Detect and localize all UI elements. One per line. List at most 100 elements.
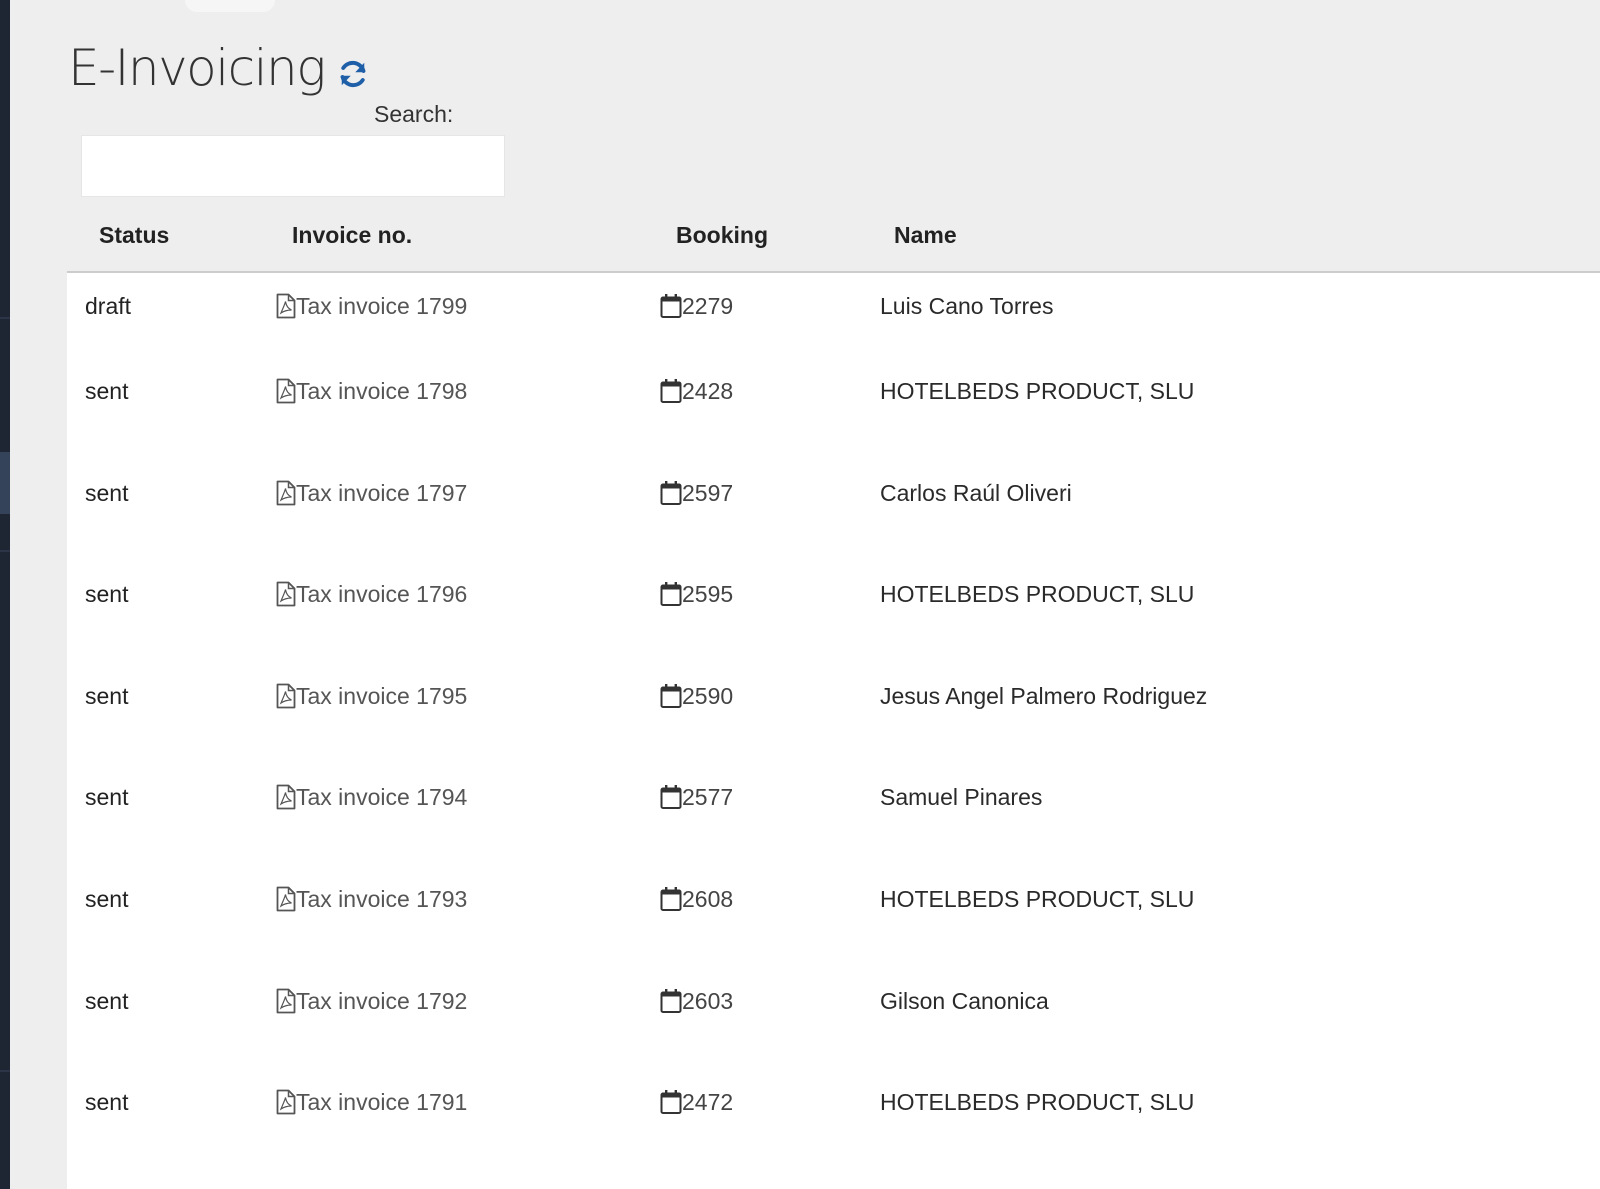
status-value: sent — [85, 683, 129, 709]
booking-link[interactable]: 2608 — [660, 869, 733, 929]
calendar-icon — [660, 294, 682, 318]
column-header-name[interactable]: Name — [894, 222, 957, 249]
booking-number[interactable]: 2603 — [682, 971, 733, 1031]
pdf-file-icon — [276, 886, 296, 912]
calendar-icon — [660, 785, 682, 809]
guest-name: Gilson Canonica — [880, 988, 1049, 1014]
refresh-icon[interactable] — [335, 56, 371, 92]
invoices-table: Status Invoice no. Booking Name draft Ta… — [67, 198, 1600, 1189]
column-header-status[interactable]: Status — [99, 222, 169, 249]
guest-name: Luis Cano Torres — [880, 293, 1054, 319]
pdf-file-icon — [276, 378, 296, 404]
booking-number[interactable]: 2577 — [682, 767, 733, 827]
calendar-icon — [660, 989, 682, 1013]
booking-number[interactable]: 2472 — [682, 1072, 733, 1132]
booking-link[interactable]: 2428 — [660, 361, 733, 421]
page-title: E-Invoicing — [68, 39, 326, 97]
status-value: sent — [85, 378, 129, 404]
table-row[interactable]: sent Tax invoice 1792 2603 Gilson Canoni… — [67, 971, 1600, 1031]
guest-name: HOTELBEDS PRODUCT, SLU — [880, 581, 1195, 607]
invoice-link[interactable]: Tax invoice 1797 — [276, 463, 467, 523]
booking-number[interactable]: 2279 — [682, 276, 733, 336]
status-value: sent — [85, 784, 129, 810]
invoice-link[interactable]: Tax invoice 1798 — [276, 361, 467, 421]
booking-number[interactable]: 2608 — [682, 869, 733, 929]
booking-number[interactable]: 2595 — [682, 564, 733, 624]
booking-link[interactable]: 2577 — [660, 767, 733, 827]
invoice-link[interactable]: Tax invoice 1795 — [276, 666, 467, 726]
main-content: E-Invoicing Search: Status Invoice no. B… — [10, 0, 1600, 1189]
pdf-file-icon — [276, 784, 296, 810]
table-row[interactable]: sent Tax invoice 1791 2472 HOTELBEDS PRO… — [67, 1072, 1600, 1132]
table-row[interactable]: sent Tax invoice 1797 2597 Carlos Raúl O… — [67, 463, 1600, 523]
pdf-file-icon — [276, 480, 296, 506]
guest-name: HOTELBEDS PRODUCT, SLU — [880, 1089, 1195, 1115]
status-value: sent — [85, 988, 129, 1014]
pdf-file-icon — [276, 1089, 296, 1115]
invoice-number[interactable]: Tax invoice 1794 — [296, 767, 467, 827]
invoice-link[interactable]: Tax invoice 1792 — [276, 971, 467, 1031]
booking-link[interactable]: 2595 — [660, 564, 733, 624]
table-body: draft Tax invoice 1799 2279 Luis Cano To… — [67, 273, 1600, 1189]
invoice-number[interactable]: Tax invoice 1796 — [296, 564, 467, 624]
booking-link[interactable]: 2590 — [660, 666, 733, 726]
left-sidebar-rail — [0, 0, 10, 1189]
calendar-icon — [660, 684, 682, 708]
table-row[interactable]: sent Tax invoice 1795 2590 Jesus Angel P… — [67, 666, 1600, 726]
invoice-number[interactable]: Tax invoice 1793 — [296, 869, 467, 929]
calendar-icon — [660, 1090, 682, 1114]
table-row[interactable]: sent Tax invoice 1798 2428 HOTELBEDS PRO… — [67, 361, 1600, 421]
invoice-link[interactable]: Tax invoice 1794 — [276, 767, 467, 827]
pdf-file-icon — [276, 581, 296, 607]
status-value: draft — [85, 293, 132, 319]
booking-link[interactable]: 2472 — [660, 1072, 733, 1132]
invoice-number[interactable]: Tax invoice 1795 — [296, 666, 467, 726]
status-value: sent — [85, 1089, 129, 1115]
column-header-invoice[interactable]: Invoice no. — [292, 222, 412, 249]
invoice-number[interactable]: Tax invoice 1798 — [296, 361, 467, 421]
guest-name: Jesus Angel Palmero Rodriguez — [880, 683, 1208, 709]
table-row[interactable]: draft Tax invoice 1799 2279 Luis Cano To… — [67, 276, 1600, 336]
search-input[interactable] — [81, 135, 505, 197]
guest-name: HOTELBEDS PRODUCT, SLU — [880, 886, 1195, 912]
invoice-number[interactable]: Tax invoice 1799 — [296, 276, 467, 336]
sidebar-active-item[interactable] — [0, 452, 10, 514]
guest-name: HOTELBEDS PRODUCT, SLU — [880, 378, 1195, 404]
invoice-link[interactable]: Tax invoice 1796 — [276, 564, 467, 624]
page-header: E-Invoicing — [68, 34, 371, 98]
calendar-icon — [660, 582, 682, 606]
invoice-link[interactable]: Tax invoice 1791 — [276, 1072, 467, 1132]
search-label: Search: — [374, 101, 454, 127]
invoice-number[interactable]: Tax invoice 1791 — [296, 1072, 467, 1132]
calendar-icon — [660, 481, 682, 505]
pdf-file-icon — [276, 988, 296, 1014]
calendar-icon — [660, 379, 682, 403]
guest-name: Samuel Pinares — [880, 784, 1043, 810]
invoice-link[interactable]: Tax invoice 1799 — [276, 276, 467, 336]
column-header-booking[interactable]: Booking — [676, 222, 768, 249]
status-value: sent — [85, 886, 129, 912]
booking-number[interactable]: 2590 — [682, 666, 733, 726]
calendar-icon — [660, 887, 682, 911]
guest-name: Carlos Raúl Oliveri — [880, 480, 1072, 506]
sidebar-divider — [0, 1070, 10, 1072]
pdf-file-icon — [276, 683, 296, 709]
booking-link[interactable]: 2597 — [660, 463, 733, 523]
invoice-number[interactable]: Tax invoice 1797 — [296, 463, 467, 523]
invoice-link[interactable]: Tax invoice 1793 — [276, 869, 467, 929]
status-value: sent — [85, 480, 129, 506]
pdf-file-icon — [276, 293, 296, 319]
booking-number[interactable]: 2428 — [682, 361, 733, 421]
sidebar-divider — [0, 550, 10, 552]
table-row[interactable]: sent Tax invoice 1796 2595 HOTELBEDS PRO… — [67, 564, 1600, 624]
status-value: sent — [85, 581, 129, 607]
sidebar-divider — [0, 317, 10, 319]
invoice-number[interactable]: Tax invoice 1792 — [296, 971, 467, 1031]
table-row[interactable]: sent Tax invoice 1794 2577 Samuel Pinare… — [67, 767, 1600, 827]
table-row[interactable]: sent Tax invoice 1793 2608 HOTELBEDS PRO… — [67, 869, 1600, 929]
top-decoration — [185, 0, 275, 12]
booking-link[interactable]: 2603 — [660, 971, 733, 1031]
table-header: Status Invoice no. Booking Name — [67, 198, 1600, 273]
booking-number[interactable]: 2597 — [682, 463, 733, 523]
booking-link[interactable]: 2279 — [660, 276, 733, 336]
